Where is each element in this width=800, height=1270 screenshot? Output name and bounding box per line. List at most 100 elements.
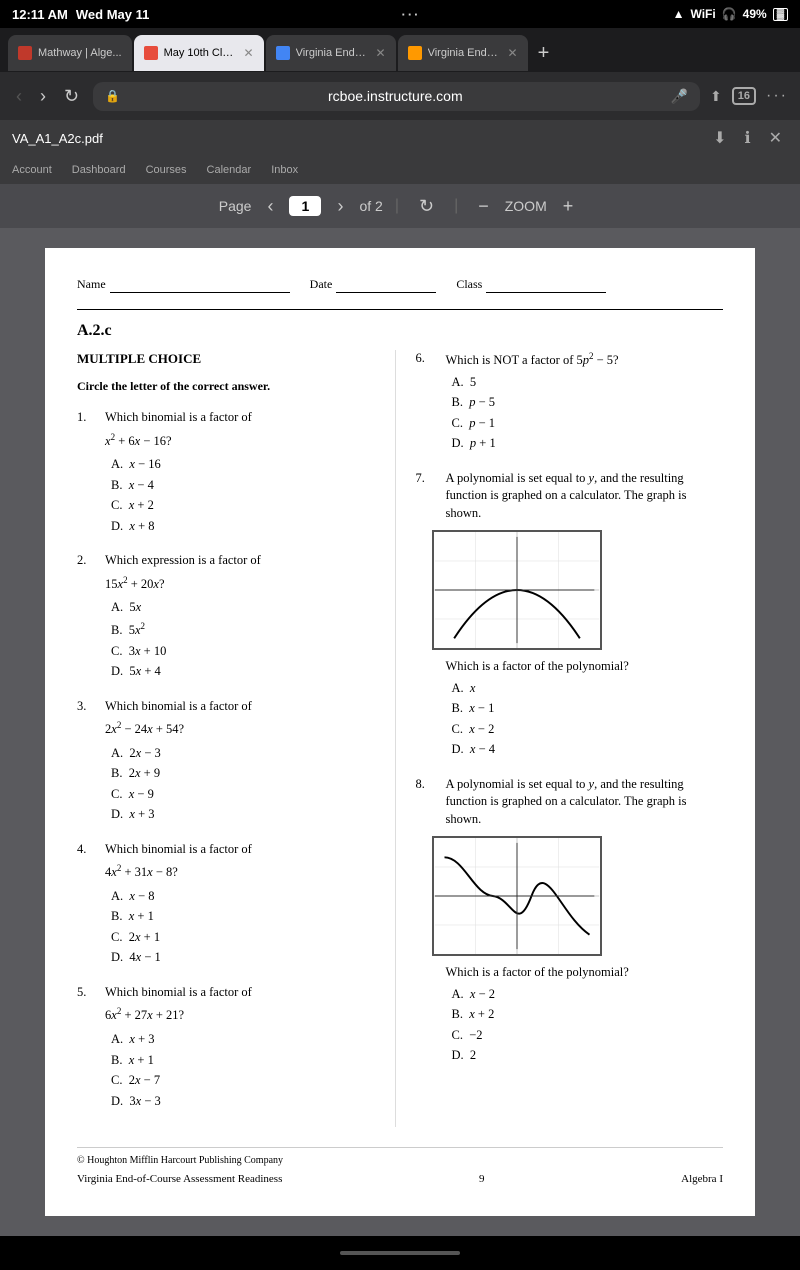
right-column: 6. Which is NOT a factor of 5p2 − 5? A. …	[396, 350, 724, 1127]
q2-optB: B. 5x2	[111, 620, 261, 640]
address-bar[interactable]: 🔒 rcboe.instructure.com 🎤	[93, 82, 700, 111]
zoom-out-button[interactable]: −	[470, 194, 497, 219]
page-label: Page	[219, 198, 252, 214]
left-column: MULTIPLE CHOICE Circle the letter of the…	[77, 350, 396, 1127]
separator1: |	[395, 197, 399, 215]
headphone-icon: 🎧	[722, 7, 737, 21]
class-field: Class	[456, 276, 606, 293]
q4-optB: B. x + 1	[111, 908, 252, 926]
q5-num: 5.	[77, 984, 91, 1002]
current-page-box[interactable]: 1	[289, 196, 321, 216]
mc-instruction: Circle the letter of the correct answer.	[77, 378, 385, 395]
q2-num: 2.	[77, 552, 91, 570]
tab-google[interactable]: Virginia End-of... ✕	[266, 35, 396, 71]
tab-google-close[interactable]: ✕	[376, 46, 386, 60]
canvas-nav-item4: Calendar	[207, 164, 252, 176]
q2-options: A. 5x B. 5x2 C. 3x + 10 D. 5x + 4	[111, 599, 261, 680]
q8-optA: A. x − 2	[452, 986, 724, 1004]
q1-optB: B. x − 4	[111, 477, 252, 495]
q7-optD: D. x − 4	[452, 741, 724, 759]
q8-options: A. x − 2 B. x + 2 C. −2 D. 2	[452, 986, 724, 1065]
canvas-nav-item3: Courses	[146, 164, 187, 176]
q1-num: 1.	[77, 409, 91, 427]
q6-optD: D. p + 1	[452, 435, 619, 453]
question-2: 2. Which expression is a factor of 15x2 …	[77, 552, 385, 683]
more-menu-button[interactable]: ···	[766, 87, 788, 105]
q2-math: 15x2 + 20x?	[105, 574, 261, 594]
q1-text: Which binomial is a factor of	[105, 409, 252, 427]
document-area: Name Date Class A.2.c MULTIPLE CHOICE Ci…	[0, 228, 800, 1236]
google-favicon	[276, 46, 290, 60]
pdf-info-button[interactable]: ℹ	[739, 126, 757, 150]
mathway-favicon	[18, 46, 32, 60]
q8-after-graph: Which is a factor of the polynomial?	[446, 964, 724, 982]
back-button[interactable]: ‹	[12, 82, 26, 111]
tab-amazon-label: Virginia End-of...	[428, 47, 500, 59]
q8-graph	[432, 836, 602, 956]
q1-optA: A. x − 16	[111, 456, 252, 474]
canvas-favicon	[144, 46, 158, 60]
tab-canvas-close[interactable]: ✕	[244, 46, 254, 60]
pdf-close-button[interactable]: ✕	[763, 126, 788, 150]
refresh-button[interactable]: ↻	[411, 194, 442, 219]
status-bar: 12:11 AM Wed May 11 ··· ▲ WiFi 🎧 49% ▓	[0, 0, 800, 28]
dots-icon: ···	[401, 7, 420, 22]
q3-optD: D. x + 3	[111, 806, 252, 824]
q2-optC: C. 3x + 10	[111, 643, 261, 661]
class-underline	[486, 277, 606, 293]
total-pages: of 2	[359, 198, 382, 214]
bottom-bar	[0, 1236, 800, 1270]
zoom-label: ZOOM	[505, 198, 547, 214]
canvas-nav-item5: Inbox	[271, 164, 298, 176]
name-field: Name	[77, 276, 290, 293]
mic-icon: 🎤	[671, 88, 688, 105]
q3-math: 2x2 − 24x + 54?	[105, 719, 252, 739]
q2-optD: D. 5x + 4	[111, 663, 261, 681]
tab-mathway[interactable]: Mathway | Alge...	[8, 35, 132, 71]
q4-text: Which binomial is a factor of	[105, 841, 252, 859]
q6-text: Which is NOT a factor of 5p2 − 5?	[446, 350, 619, 370]
q8-text: A polynomial is set equal to y, and the …	[446, 776, 724, 829]
share-icon[interactable]: ⬆	[710, 88, 722, 105]
time-display: 12:11 AM	[12, 7, 68, 22]
q6-options: A. 5 B. p − 5 C. p − 1 D. p + 1	[452, 374, 619, 453]
name-underline	[110, 277, 290, 293]
q4-optA: A. x − 8	[111, 888, 252, 906]
tab-canvas[interactable]: May 10th Class... ✕	[134, 35, 264, 71]
pdf-download-button[interactable]: ⬇	[707, 126, 732, 150]
q6-optB: B. p − 5	[452, 394, 619, 412]
question-4: 4. Which binomial is a factor of 4x2 + 3…	[77, 841, 385, 970]
tab-amazon[interactable]: Virginia End-of... ✕	[398, 35, 528, 71]
battery-display: 49%	[743, 7, 767, 21]
q7-num: 7.	[416, 470, 432, 488]
lock-icon: 🔒	[105, 89, 120, 103]
question-7: 7. A polynomial is set equal to y, and t…	[416, 470, 724, 762]
q7-optC: C. x − 2	[452, 721, 724, 739]
canvas-sub-toolbar: Account Dashboard Courses Calendar Inbox	[0, 156, 800, 184]
section-title: A.2.c	[77, 320, 723, 342]
footer-copyright: © Houghton Mifflin Harcourt Publishing C…	[77, 1154, 283, 1168]
new-tab-button[interactable]: +	[530, 38, 558, 69]
pdf-toolbar: VA_A1_A2c.pdf ⬇ ℹ ✕	[0, 120, 800, 156]
q4-options: A. x − 8 B. x + 1 C. 2x + 1 D. 4x − 1	[111, 888, 252, 967]
q7-optA: A. x	[452, 680, 724, 698]
q1-math: x2 + 6x − 16?	[105, 431, 252, 451]
document-page: Name Date Class A.2.c MULTIPLE CHOICE Ci…	[45, 248, 755, 1216]
footer-bottom: Virginia End-of-Course Assessment Readin…	[77, 1172, 723, 1187]
prev-page-button[interactable]: ‹	[259, 194, 281, 219]
url-text: rcboe.instructure.com	[128, 88, 663, 104]
q6-num: 6.	[416, 350, 432, 368]
forward-button[interactable]: ›	[36, 82, 50, 111]
zoom-in-button[interactable]: +	[555, 194, 582, 219]
question-5: 5. Which binomial is a factor of 6x2 + 2…	[77, 984, 385, 1113]
tab-amazon-close[interactable]: ✕	[508, 46, 518, 60]
tab-count-badge[interactable]: 16	[732, 87, 756, 105]
reload-button[interactable]: ↻	[60, 82, 83, 111]
q5-optA: A. x + 3	[111, 1031, 252, 1049]
q6-optA: A. 5	[452, 374, 619, 392]
next-page-button[interactable]: ›	[329, 194, 351, 219]
q5-optC: C. 2x − 7	[111, 1072, 252, 1090]
date-underline	[336, 277, 436, 293]
home-indicator[interactable]	[340, 1251, 460, 1255]
q4-math: 4x2 + 31x − 8?	[105, 862, 252, 882]
